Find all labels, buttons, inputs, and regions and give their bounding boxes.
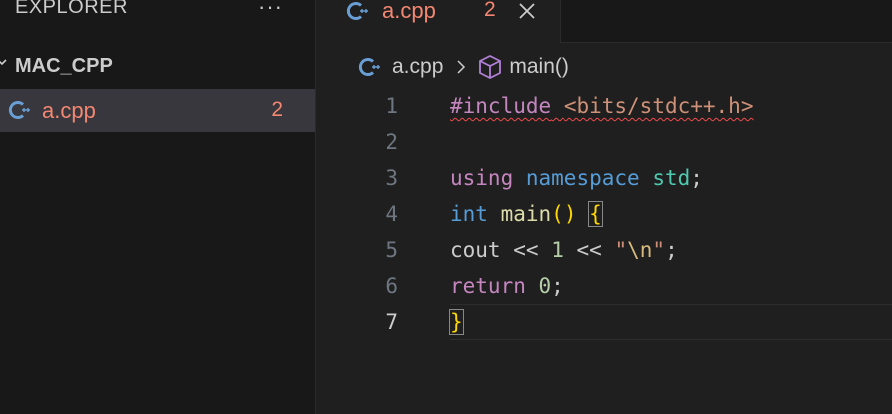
- line-number: 6: [385, 274, 398, 298]
- token-one: 1: [551, 238, 564, 262]
- token-semicolon: ;: [690, 166, 703, 190]
- token-quote-close: ": [652, 238, 666, 262]
- token-parens: (): [551, 202, 577, 226]
- code-line: 4 int main() {: [316, 196, 892, 232]
- folder-row-mac-cpp[interactable]: MAC_CPP: [0, 50, 315, 84]
- breadcrumb-symbol[interactable]: main(): [509, 55, 569, 79]
- line-content: return 0;: [450, 268, 564, 304]
- breadcrumb-file[interactable]: a.cpp: [392, 55, 443, 79]
- tab-label: a.cpp: [382, 0, 436, 23]
- tab-problem-badge: 2: [484, 0, 496, 21]
- line-content: cout << 1 << "\n";: [450, 232, 678, 268]
- line-number: 5: [385, 238, 398, 262]
- folder-label: MAC_CPP: [15, 55, 113, 77]
- line-content: }: [449, 304, 464, 340]
- file-label: a.cpp: [42, 98, 96, 123]
- line-content: int main() {: [450, 196, 603, 232]
- code-editor[interactable]: 1 #include <bits/stdc++.h> 2 3 using nam…: [316, 86, 892, 414]
- token-cout: cout: [450, 238, 501, 262]
- token-using: using: [450, 166, 514, 190]
- tab-a-cpp[interactable]: a.cpp 2: [316, 0, 561, 43]
- token-close-brace: }: [449, 309, 464, 335]
- token-semicolon: ;: [551, 274, 564, 298]
- token-std: std: [652, 166, 691, 190]
- vscode-window: EXPLORER ··· MAC_CPP a.cpp 2 a.cpp 2 a.c…: [0, 0, 892, 414]
- code-line: 5 cout << 1 << "\n";: [316, 232, 892, 268]
- token-main: main: [500, 202, 552, 226]
- chevron-right-icon: [457, 60, 466, 74]
- explorer-title: EXPLORER: [15, 0, 128, 18]
- token-int: int: [450, 202, 488, 226]
- code-line: 6 return 0;: [316, 268, 892, 304]
- line-number: 2: [385, 130, 398, 154]
- current-line-highlight: [450, 304, 892, 340]
- line-content: using namespace std;: [450, 160, 703, 196]
- cpp-icon: [358, 58, 380, 76]
- code-line: 2: [316, 124, 892, 160]
- line-content: #include <bits/stdc++.h>: [450, 88, 753, 124]
- chevron-down-icon: [0, 59, 7, 66]
- line-number: 7: [385, 310, 398, 334]
- token-shift: <<: [513, 238, 539, 262]
- token-semicolon: ;: [665, 238, 678, 262]
- editor-tab-bar: a.cpp 2: [316, 0, 892, 43]
- explorer-sidebar: EXPLORER ··· MAC_CPP a.cpp 2: [0, 0, 316, 414]
- token-namespace: namespace: [525, 166, 640, 190]
- more-actions-icon[interactable]: ···: [258, 0, 283, 20]
- token-zero: 0: [538, 274, 552, 298]
- cpp-icon: [8, 101, 30, 119]
- token-quote-open: ": [614, 238, 628, 262]
- cpp-icon: [346, 2, 368, 20]
- line-number: 3: [385, 166, 398, 190]
- breadcrumb: a.cpp main(): [358, 52, 569, 82]
- method-cube-icon: [479, 54, 502, 80]
- token-return: return: [450, 274, 526, 298]
- code-line-current: 7 }: [316, 304, 892, 340]
- code-line: 3 using namespace std;: [316, 160, 892, 196]
- line-number: 4: [385, 202, 398, 226]
- close-icon[interactable]: [516, 0, 538, 22]
- problem-count-badge: 2: [271, 98, 283, 121]
- token-open-brace: {: [588, 201, 603, 227]
- token-shift: <<: [576, 238, 602, 262]
- file-item-a-cpp[interactable]: a.cpp 2: [0, 89, 315, 132]
- token-header: <bits/stdc++.h>: [563, 94, 754, 118]
- token-newline-escape: \n: [627, 238, 653, 262]
- code-line: 1 #include <bits/stdc++.h>: [316, 88, 892, 124]
- token-include: #include: [450, 94, 552, 118]
- line-number: 1: [385, 94, 398, 118]
